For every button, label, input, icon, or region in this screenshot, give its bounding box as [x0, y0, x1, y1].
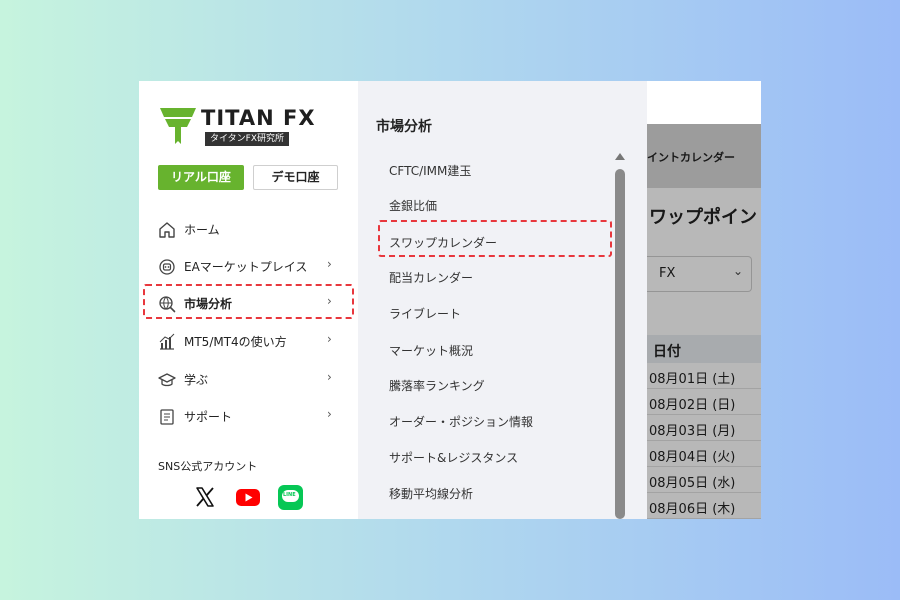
document-icon — [160, 409, 174, 425]
submenu-item-gold-silver-ratio[interactable]: 金銀比価 — [389, 197, 437, 214]
submenu-item-dividend-calendar[interactable]: 配当カレンダー — [389, 269, 473, 286]
sidebar-item-label: 学ぶ — [184, 373, 209, 387]
youtube-icon[interactable] — [235, 485, 261, 509]
logo-brand: TITAN FX — [201, 106, 316, 130]
background-header — [647, 81, 761, 124]
sidebar-item-label: サポート — [184, 410, 233, 424]
sidebar-item-learn[interactable]: 学ぶ › — [139, 362, 358, 398]
submenu-item-order-position[interactable]: オーダー・ポジション情報 — [389, 413, 533, 430]
submenu-title: 市場分析 — [376, 119, 432, 135]
sidebar-item-mt5-mt4-guide[interactable]: MT5/MT4の使い方 › — [139, 324, 358, 360]
app-frame: イントカレンダー ワップポイント FX ⌄ 日付 08月01日 (土) 08月0… — [139, 81, 761, 519]
sidebar-item-label: MT5/MT4の使い方 — [184, 335, 287, 349]
titan-shield-icon — [160, 108, 196, 144]
sidebar-item-label: ホーム — [184, 223, 220, 237]
x-icon[interactable] — [193, 485, 217, 509]
sns-label: SNS公式アカウント — [158, 460, 258, 473]
demo-account-button[interactable]: デモ口座 — [253, 165, 338, 190]
logo-subtitle: タイタンFX研究所 — [205, 132, 289, 146]
submenu-item-moving-average[interactable]: 移動平均線分析 — [389, 485, 473, 502]
submenu-item-ranking[interactable]: 騰落率ランキング — [389, 377, 485, 394]
sidebar-item-label: EAマーケットプレイス — [184, 260, 308, 274]
submenu-item-support-resistance[interactable]: サポート&レジスタンス — [389, 449, 518, 466]
highlight-box-market-analysis — [143, 284, 354, 319]
scroll-up-arrow-icon[interactable] — [615, 153, 625, 160]
sidebar-item-ea-marketplace[interactable]: EAマーケットプレイス › — [139, 249, 358, 285]
highlight-box-swap-calendar — [378, 220, 612, 257]
submenu-item-cftc-imm[interactable]: CFTC/IMM建玉 — [389, 162, 471, 179]
real-account-button[interactable]: リアル口座 — [158, 165, 244, 190]
submenu-item-live-rates[interactable]: ライブレート — [389, 305, 461, 322]
modal-overlay[interactable] — [647, 124, 761, 519]
sidebar-item-support[interactable]: サポート › — [139, 399, 358, 435]
ea-robot-icon — [159, 259, 175, 275]
line-icon[interactable]: LINE — [278, 485, 303, 510]
submenu-panel: 市場分析 CFTC/IMM建玉 金銀比価 スワップカレンダー 配当カレンダー ラ… — [358, 81, 647, 519]
sidebar-item-home[interactable]: ホーム — [139, 212, 358, 248]
chevron-right-icon: › — [327, 407, 332, 421]
chevron-right-icon: › — [327, 332, 332, 346]
logo[interactable]: TITAN FX タイタンFX研究所 — [159, 105, 319, 149]
chevron-right-icon: › — [327, 257, 332, 271]
chevron-right-icon: › — [327, 370, 332, 384]
line-icon-text: LINE — [283, 492, 296, 498]
submenu-item-market-overview[interactable]: マーケット概況 — [389, 342, 473, 359]
graduation-cap-icon — [158, 373, 176, 387]
scrollbar-thumb[interactable] — [615, 169, 625, 519]
chart-bars-icon — [159, 333, 175, 350]
home-icon — [159, 222, 175, 238]
sidebar: TITAN FX タイタンFX研究所 リアル口座 デモ口座 ホーム EAマーケッ… — [139, 81, 358, 519]
